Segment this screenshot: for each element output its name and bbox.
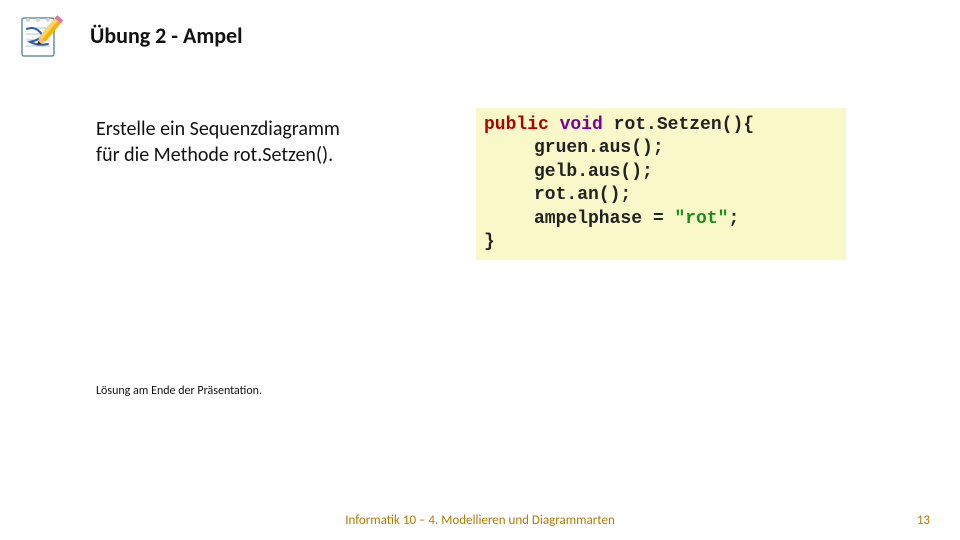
code-line: gelb.aus(); [484,161,838,184]
page-number: 13 [917,513,930,528]
method-decl: rot.Setzen(){ [603,115,754,135]
keyword-void: void [560,115,603,135]
prompt-line: Erstelle ein Sequenzdiagramm [96,116,436,142]
exercise-prompt: Erstelle ein Sequenzdiagramm für die Met… [96,116,436,168]
solution-note: Lösung am Ende der Präsentation. [96,384,262,398]
prompt-line: für die Methode rot.Setzen(). [96,142,436,168]
code-line: } [484,231,838,254]
notepad-pencil-icon [16,12,64,60]
assign-post: ; [728,209,739,229]
code-snippet: public void rot.Setzen(){ gruen.aus(); g… [476,108,846,260]
keyword-public: public [484,115,549,135]
code-line: gruen.aus(); [484,137,838,160]
code-line: ampelphase = "rot"; [484,208,838,231]
string-literal: "rot" [674,209,728,229]
slide-title: Übung 2 - Ampel [90,22,243,49]
footer-text: Informatik 10 – 4. Modellieren und Diagr… [0,513,960,528]
code-line: rot.an(); [484,184,838,207]
code-line: public void rot.Setzen(){ [484,114,838,137]
assign-pre: ampelphase = [534,209,674,229]
